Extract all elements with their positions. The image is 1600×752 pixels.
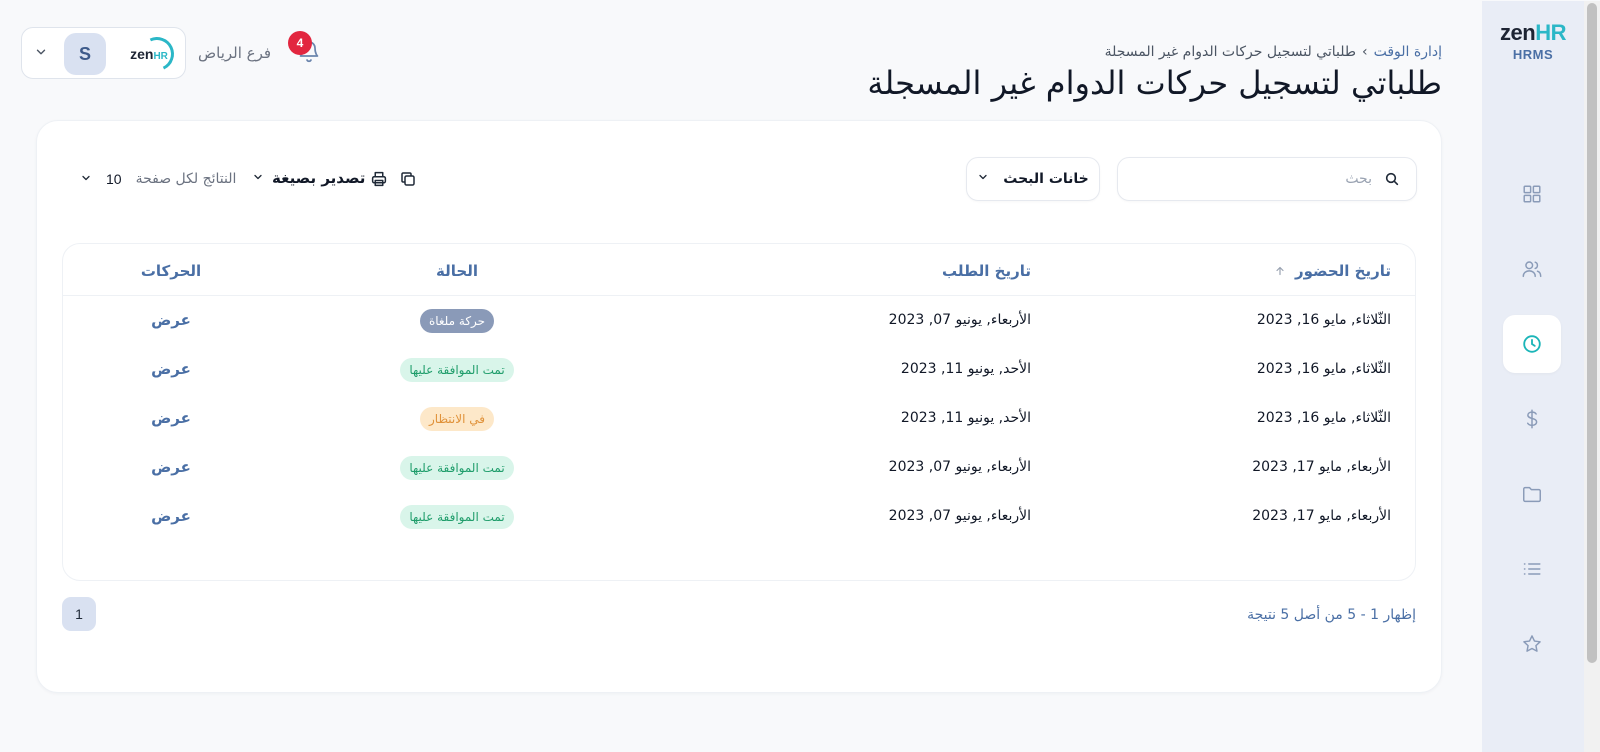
search-fields-button[interactable]: خانات البحث	[966, 157, 1100, 201]
chevron-down-icon	[252, 169, 264, 187]
sidebar-item-payroll[interactable]	[1503, 390, 1561, 448]
search-box[interactable]	[1117, 157, 1417, 201]
view-link[interactable]: عرض	[151, 507, 191, 557]
cell-attendance-date: الثّلاثاء, مايو 16, 2023	[1256, 312, 1391, 328]
brand-logo-sub: HRMS	[1512, 47, 1554, 62]
brand-logo[interactable]: zenHR HRMS	[1482, 20, 1584, 63]
table-header: تاريخ الحضور تاريخ الطلب الحالة الحركات	[63, 244, 1415, 296]
chevron-down-icon	[80, 169, 92, 188]
sidebar-item-favorites[interactable]	[1503, 615, 1561, 673]
search-icon	[1384, 171, 1400, 191]
cell-attendance-date: الثّلاثاء, مايو 16, 2023	[1256, 361, 1391, 377]
company-logo-text: zenHR	[130, 46, 168, 62]
chevron-down-icon[interactable]	[34, 44, 48, 63]
brand-logo-word: zenHR	[1500, 20, 1566, 45]
user-menu[interactable]: S zenHR	[21, 27, 186, 79]
search-fields-label: خانات البحث	[1003, 171, 1089, 187]
per-page-select[interactable]: النتائج لكل صفحة 10	[80, 169, 236, 188]
sidebar-item-documents[interactable]	[1503, 465, 1561, 523]
sidebar-item-employees[interactable]	[1503, 240, 1561, 298]
table-row: الثّلاثاء, مايو 16, 2023 الأربعاء, يونيو …	[63, 296, 1415, 346]
cell-request-date: الأربعاء, يونيو 07, 2023	[888, 312, 1031, 328]
folder-icon	[1523, 486, 1541, 503]
sidebar-item-dashboard[interactable]	[1503, 165, 1561, 223]
branch-label[interactable]: فرع الرياض	[198, 44, 271, 62]
sidebar: zenHR HRMS	[1482, 1, 1584, 752]
status-badge: تمت الموافقة عليها	[400, 505, 514, 529]
status-badge: تمت الموافقة عليها	[400, 358, 514, 382]
status-badge: في الانتظار	[420, 407, 494, 431]
page-button-current[interactable]: 1	[62, 597, 96, 631]
copy-icon[interactable]	[399, 170, 417, 192]
per-page-value: 10	[106, 170, 122, 187]
star-icon	[1523, 635, 1541, 652]
list-icon	[1523, 563, 1541, 575]
column-header-request-date[interactable]: تاريخ الطلب	[942, 262, 1031, 280]
notification-badge: 4	[288, 31, 312, 55]
sidebar-item-reports[interactable]	[1503, 540, 1561, 598]
table-row: الأربعاء, مايو 17, 2023 الأربعاء, يونيو 0…	[63, 492, 1415, 542]
sort-arrow-up-icon[interactable]	[1274, 263, 1286, 281]
cell-attendance-date: الأربعاء, مايو 17, 2023	[1252, 508, 1391, 524]
pagination-summary: إظهار 1 - 5 من أصل 5 نتيجة	[1247, 607, 1416, 623]
dollar-icon	[1526, 409, 1538, 429]
scrollbar-thumb[interactable]	[1587, 3, 1597, 663]
page-title: طلباتي لتسجيل حركات الدوام غير المسجلة	[867, 64, 1442, 102]
table-row: الثّلاثاء, مايو 16, 2023 الأحد, يونيو 11,…	[63, 394, 1415, 444]
cell-request-date: الأحد, يونيو 11, 2023	[900, 410, 1031, 426]
cell-request-date: الأحد, يونيو 11, 2023	[900, 361, 1031, 377]
print-icon[interactable]	[370, 170, 388, 192]
page-scrollbar[interactable]	[1584, 1, 1600, 752]
sidebar-item-time-management[interactable]	[1503, 315, 1561, 373]
cell-request-date: الأربعاء, يونيو 07, 2023	[888, 508, 1031, 524]
table-row: الأربعاء, مايو 17, 2023 الأربعاء, يونيو 0…	[63, 443, 1415, 493]
breadcrumb-separator-icon: ›	[1362, 44, 1368, 60]
status-badge: حركة ملغاة	[419, 309, 495, 333]
breadcrumb-current: طلباتي لتسجيل حركات الدوام غير المسجلة	[1104, 44, 1356, 60]
column-header-attendance-date[interactable]: تاريخ الحضور	[1274, 262, 1391, 281]
per-page-label: النتائج لكل صفحة	[135, 170, 237, 187]
status-badge: تمت الموافقة عليها	[400, 456, 514, 480]
table-row: الثّلاثاء, مايو 16, 2023 الأحد, يونيو 11,…	[63, 345, 1415, 395]
cell-request-date: الأربعاء, يونيو 07, 2023	[888, 459, 1031, 475]
requests-table: تاريخ الحضور تاريخ الطلب الحالة الحركات …	[62, 243, 1416, 581]
breadcrumb-parent-link[interactable]: إدارة الوقت	[1374, 44, 1442, 60]
grid-icon	[1523, 185, 1541, 203]
export-dropdown[interactable]: تصدير بصيغة	[252, 169, 365, 187]
users-icon	[1522, 261, 1542, 278]
company-logo: zenHR	[122, 32, 179, 76]
clock-icon	[1523, 335, 1541, 353]
cell-attendance-date: الأربعاء, مايو 17, 2023	[1252, 459, 1391, 475]
cell-attendance-date: الثّلاثاء, مايو 16, 2023	[1256, 410, 1391, 426]
search-input[interactable]	[1152, 158, 1372, 200]
chevron-down-icon	[977, 171, 989, 187]
avatar[interactable]: S	[64, 33, 106, 75]
export-label: تصدير بصيغة	[272, 169, 366, 187]
breadcrumb: إدارة الوقت › طلباتي لتسجيل حركات الدوام…	[1105, 44, 1442, 60]
